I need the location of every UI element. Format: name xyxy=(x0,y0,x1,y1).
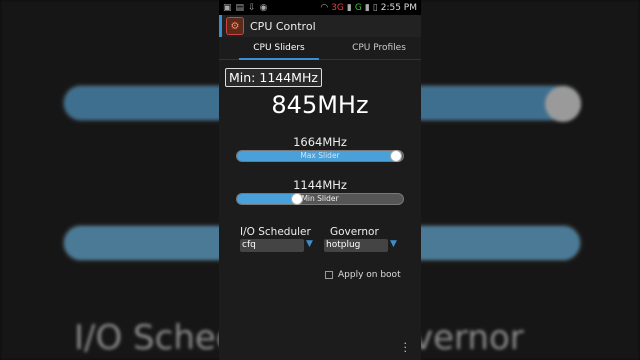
status-bar: ▣ ▤ ⇩ ◉ ◠ 3G ▮ G ▮ ▯ 2:55 PM xyxy=(219,0,421,15)
governor-dropdown-icon[interactable]: ▼ xyxy=(390,239,397,249)
background-slider-thumb xyxy=(545,86,581,122)
clock: 2:55 PM xyxy=(380,2,417,13)
download-icon: ⇩ xyxy=(248,2,256,13)
signal-icon: ▮ xyxy=(346,2,352,13)
apply-on-boot-checkbox[interactable] xyxy=(325,271,333,279)
image-icon: ▤ xyxy=(235,2,245,13)
signal-icon-2: ▮ xyxy=(364,2,370,13)
governor-label: Governor xyxy=(330,226,379,238)
wifi-icon: ◠ xyxy=(320,2,329,13)
current-frequency: 845MHz xyxy=(271,91,369,119)
sim-icon: ▣ xyxy=(223,2,232,13)
overflow-menu-icon[interactable]: · · · xyxy=(404,338,408,357)
background-text-right: vernor xyxy=(413,318,524,358)
max-slider[interactable]: Max Slider xyxy=(236,150,404,162)
governor-select[interactable]: hotplug xyxy=(324,239,388,252)
io-scheduler-select[interactable]: cfq xyxy=(240,239,304,252)
network-type-2: G xyxy=(354,2,362,13)
min-frequency-tooltip: Min: 1144MHz xyxy=(225,68,322,87)
min-frequency-label: 1144MHz xyxy=(293,178,347,192)
apply-on-boot-label: Apply on boot xyxy=(338,270,401,280)
tab-cpu-sliders[interactable]: CPU Sliders xyxy=(219,37,339,60)
tab-cpu-profiles[interactable]: CPU Profiles xyxy=(339,37,419,59)
messenger-icon: ◉ xyxy=(259,2,268,13)
cpu-chip-icon[interactable]: ⚙ xyxy=(226,17,244,35)
action-bar: ⚙ CPU Control xyxy=(219,15,421,37)
min-slider-label: Min Slider xyxy=(301,194,339,203)
max-slider-label: Max Slider xyxy=(300,151,340,160)
max-frequency-label: 1664MHz xyxy=(293,135,347,149)
min-slider-thumb[interactable] xyxy=(290,193,303,205)
io-scheduler-label: I/O Scheduler xyxy=(240,226,311,238)
app-title: CPU Control xyxy=(250,19,316,33)
io-scheduler-dropdown-icon[interactable]: ▼ xyxy=(306,239,313,249)
tab-bar: CPU Sliders CPU Profiles xyxy=(219,37,421,60)
phone-screen: ▣ ▤ ⇩ ◉ ◠ 3G ▮ G ▮ ▯ 2:55 PM ⚙ CPU Contr… xyxy=(219,0,421,360)
min-slider[interactable]: Min Slider xyxy=(236,193,404,205)
battery-icon: ▯ xyxy=(372,2,378,13)
network-type: 3G xyxy=(331,2,344,13)
